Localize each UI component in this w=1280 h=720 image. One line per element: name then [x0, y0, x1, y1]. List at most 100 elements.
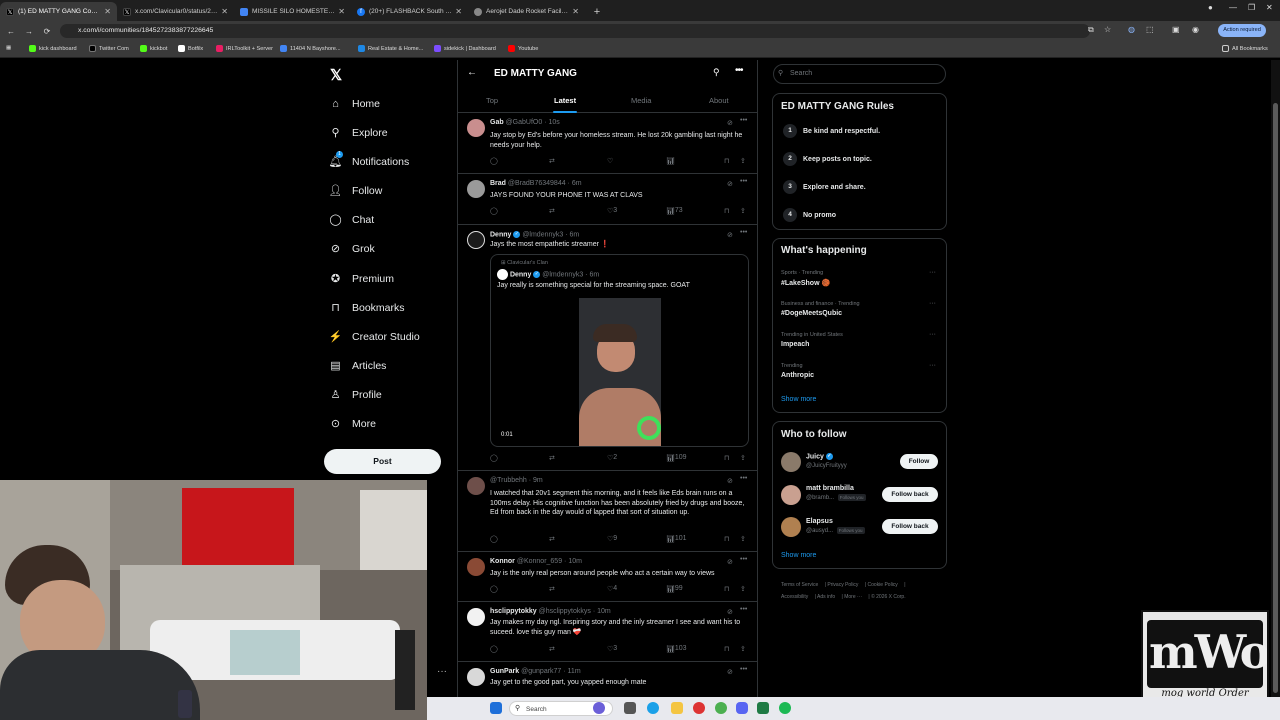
tab-media[interactable]: Media — [631, 96, 651, 105]
show-more-link[interactable]: Show more — [781, 396, 816, 403]
follow-button[interactable]: Follow — [900, 454, 938, 469]
retweet-icon[interactable]: ⇄ — [549, 157, 555, 165]
back-icon[interactable]: ← — [4, 27, 18, 36]
file-explorer-icon[interactable] — [671, 702, 683, 714]
views-icon[interactable]: 📊︎ 99 — [666, 585, 683, 593]
tweet[interactable]: Gab @GabUfO0 · 10s ⊘ ••• Jay stop by Ed's… — [458, 114, 757, 174]
reply-icon[interactable]: ◯ — [490, 535, 498, 543]
reply-icon[interactable]: ◯ — [490, 157, 498, 165]
bookmark-icon[interactable]: ⊓ — [724, 535, 729, 543]
all-bookmarks[interactable]: All Bookmarks — [1222, 45, 1268, 52]
puzzle-icon[interactable]: ⬚ — [1146, 25, 1154, 34]
post-button[interactable]: Post — [324, 449, 441, 474]
tab-about[interactable]: About — [709, 96, 729, 105]
reload-icon[interactable]: ⟳ — [40, 27, 54, 36]
share-icon[interactable]: ⇪ — [740, 157, 746, 165]
like-icon[interactable]: ♡ 2 — [607, 454, 617, 462]
wtf-name[interactable]: Juicy ✓ — [806, 453, 833, 460]
chrome-icon[interactable] — [715, 702, 727, 714]
close-tab-icon[interactable]: ✕ — [338, 7, 345, 16]
follow-back-button[interactable]: Follow back — [882, 519, 938, 534]
tweet-author[interactable]: hsclippytokky — [490, 608, 537, 615]
avatar[interactable] — [467, 231, 485, 249]
grok-icon[interactable]: ⊘ — [727, 180, 733, 188]
maximize-icon[interactable]: ❐ — [1248, 3, 1255, 12]
tweet[interactable]: hsclippytokky @hsclippytokkys · 10m ⊘ •••… — [458, 603, 757, 662]
share-icon[interactable]: ⇪ — [740, 535, 746, 543]
tweet-author[interactable]: Konnor — [490, 558, 515, 565]
rule-text[interactable]: No promo — [803, 212, 836, 219]
bookmark-item[interactable]: IRLToolkit + Server — [216, 45, 273, 52]
bookmark-item[interactable]: Youtube — [508, 45, 538, 52]
browser-tab[interactable]: 𝕏 x.com/Clavicular0/status/20395 ✕ — [117, 2, 234, 21]
like-icon[interactable]: ♡ 3 — [607, 645, 617, 653]
retweet-icon[interactable]: ⇄ — [549, 535, 555, 543]
avatar[interactable] — [467, 477, 485, 495]
browser-tab[interactable]: f (20+) FLASHBACK South Florida ✕ — [351, 2, 468, 21]
footer-link[interactable]: Privacy Policy — [827, 582, 858, 588]
url-input[interactable]: x.com/i/communities/1845272383877226645 — [60, 24, 1090, 38]
nav-bookmarks[interactable]: ⊓ Bookmarks — [329, 301, 404, 315]
tweet[interactable]: Brad @BradB76349844 · 6m ⊘ ••• JAYS FOUND… — [458, 175, 757, 225]
grok-icon[interactable]: ⊘ — [727, 558, 733, 566]
footer-link[interactable]: More ··· — [844, 594, 862, 600]
avatar[interactable] — [467, 668, 485, 686]
sidepanel-icon[interactable]: ▣ — [1172, 25, 1180, 34]
like-icon[interactable]: ♡ 4 — [607, 585, 617, 593]
quote-video[interactable] — [579, 298, 661, 446]
views-icon[interactable]: 📊︎ 109 — [666, 454, 687, 462]
more-icon[interactable]: ··· — [929, 269, 936, 276]
avatar[interactable] — [781, 452, 801, 472]
bookmark-icon[interactable]: ⊓ — [724, 645, 729, 653]
like-icon[interactable]: ♡ — [607, 157, 613, 165]
browser-tab[interactable]: Aerojet Dade Rocket Facility | F ✕ — [468, 2, 585, 21]
tweet-author[interactable]: Denny — [490, 231, 511, 238]
star-icon[interactable]: ☆ — [1104, 25, 1111, 34]
more-icon[interactable]: ··· — [929, 362, 936, 369]
copilot-icon[interactable] — [593, 702, 605, 714]
grok-icon[interactable]: ⊘ — [727, 119, 733, 127]
close-tab-icon[interactable]: ✕ — [455, 7, 462, 16]
search-icon[interactable]: ⚲ — [713, 67, 720, 78]
reply-icon[interactable]: ◯ — [490, 454, 498, 462]
grok-icon[interactable]: ⊘ — [727, 231, 733, 239]
windows-start-icon[interactable] — [490, 702, 502, 714]
views-icon[interactable]: 📊︎ — [666, 157, 675, 165]
nav-notifications[interactable]: 🔔︎ 1 Notifications — [329, 151, 409, 168]
nav-profile[interactable]: ♙ Profile — [329, 388, 382, 402]
trend-name[interactable]: #DogeMeetsQubic — [781, 310, 842, 317]
views-icon[interactable]: 📊︎ 101 — [666, 535, 687, 543]
rule-text[interactable]: Explore and share. — [803, 184, 866, 191]
reply-icon[interactable]: ◯ — [490, 207, 498, 215]
more-icon[interactable]: ••• — [740, 475, 747, 482]
bookmark-item[interactable]: Real Estate & Home... — [358, 45, 423, 52]
bookmark-item[interactable]: Botfilx — [178, 45, 203, 52]
tweet[interactable]: Denny ✓ @lmdennyk3 · 6m ⊘ ••• Jays the mo… — [458, 226, 757, 471]
more-icon[interactable]: ••• — [740, 606, 747, 613]
scrollbar-thumb[interactable] — [1273, 103, 1278, 693]
bookmark-item[interactable]: 11404 N Bayshore... — [280, 45, 341, 52]
grok-icon[interactable]: ⊘ — [727, 668, 733, 676]
trend-name[interactable]: Anthropic — [781, 372, 814, 379]
bookmark-icon[interactable]: ⊓ — [724, 454, 729, 462]
new-tab-button[interactable]: + — [589, 4, 605, 20]
tweet[interactable]: GunPark @gunpark77 · 11m ⊘ ••• Jay get to… — [458, 663, 757, 697]
bookmark-icon[interactable]: ⊓ — [724, 207, 729, 215]
close-tab-icon[interactable]: ✕ — [221, 7, 228, 16]
views-icon[interactable]: 📊︎ 103 — [666, 645, 687, 653]
nav-home[interactable]: ⌂ Home — [329, 97, 380, 110]
tweet[interactable]: Konnor @Konnor_659 · 10m ⊘ ••• Jay is the… — [458, 553, 757, 602]
avatar[interactable] — [467, 608, 485, 626]
like-icon[interactable]: ♡ 3 — [607, 207, 617, 215]
footer-link[interactable]: Ads info — [817, 594, 835, 600]
share-icon[interactable]: ⇪ — [740, 585, 746, 593]
app-icon[interactable] — [693, 702, 705, 714]
avatar[interactable] — [467, 180, 485, 198]
browser-tab[interactable]: 𝕏 (1) ED MATTY GANG Community ✕ — [0, 2, 117, 21]
nav-chat[interactable]: ◯ Chat — [329, 213, 374, 227]
search-input[interactable]: Search — [773, 64, 946, 84]
tab-latest[interactable]: Latest — [554, 96, 576, 105]
grok-icon[interactable]: ⊘ — [727, 477, 733, 485]
reply-icon[interactable]: ◯ — [490, 645, 498, 653]
show-more-link[interactable]: Show more — [781, 552, 816, 559]
